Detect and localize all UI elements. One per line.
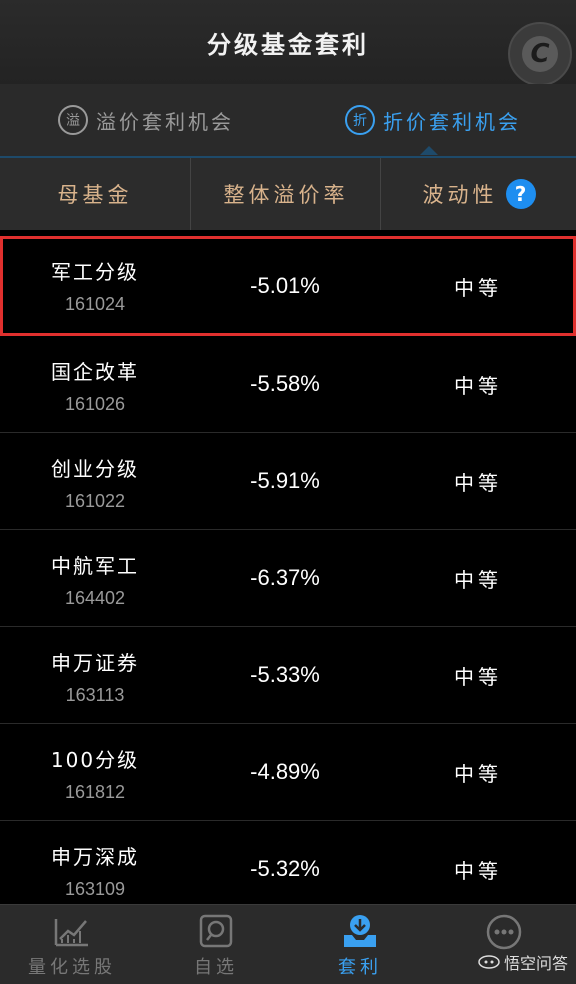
column-header-rate: 整体溢价率 (190, 158, 381, 230)
floating-logo-button[interactable]: C (508, 22, 572, 86)
nav-quant-stock-picking[interactable]: 量化选股 (0, 905, 144, 984)
volatility: 中等 (454, 761, 502, 786)
table-row[interactable]: 军工分级 161024 -5.01% 中等 (0, 236, 576, 336)
active-tab-pointer (420, 146, 438, 155)
nav-watchlist[interactable]: 自选 (144, 905, 288, 984)
help-icon[interactable]: ? (505, 179, 536, 209)
discount-icon: 折 (345, 105, 375, 135)
fund-name: 军工分级 (51, 260, 139, 284)
fund-name: 申万证券 (51, 651, 139, 675)
search-square-icon (199, 914, 233, 948)
volatility: 中等 (454, 275, 502, 300)
volatility: 中等 (454, 373, 502, 398)
app-header: 分级基金套利 (0, 0, 576, 84)
more-dots-icon (486, 914, 522, 950)
premium-rate: -5.32% (250, 856, 320, 881)
fund-code: 161026 (64, 394, 126, 414)
volatility: 中等 (454, 567, 502, 592)
column-header-volatility-label: 波动性 (422, 183, 498, 207)
premium-rate: -5.33% (250, 662, 320, 687)
tab-premium-arbitrage[interactable]: 溢 溢价套利机会 (58, 84, 234, 156)
watermark-text: 悟空问答 (503, 954, 568, 973)
premium-rate: -4.89% (250, 759, 320, 784)
premium-rate: -5.58% (250, 371, 320, 396)
fund-name: 国企改革 (51, 360, 139, 384)
volatility: 中等 (454, 858, 502, 883)
premium-rate: -5.01% (250, 273, 320, 298)
column-header-volatility: 波动性 ? (380, 158, 576, 230)
wukong-logo-icon (478, 955, 500, 969)
volatility: 中等 (454, 664, 502, 689)
table-row[interactable]: 创业分级 161022 -5.91% 中等 (0, 433, 576, 530)
fund-code: 163113 (65, 685, 125, 705)
page-title: 分级基金套利 (207, 30, 369, 59)
download-tray-icon (344, 915, 376, 947)
fund-code: 161812 (64, 782, 126, 802)
nav-arbitrage[interactable]: 套利 (288, 905, 432, 984)
table-row[interactable]: 中航军工 164402 -6.37% 中等 (0, 530, 576, 627)
logo-icon: C (522, 36, 558, 72)
fund-name: 中航军工 (51, 554, 139, 578)
column-header-fund: 母基金 (57, 183, 133, 207)
chart-line-icon (54, 919, 88, 947)
table-header: 母基金 整体溢价率 波动性 ? (0, 158, 576, 230)
table-row[interactable]: 申万证券 163113 -5.33% 中等 (0, 627, 576, 724)
watermark: 悟空问答 (478, 950, 568, 974)
tab-label: 折价套利机会 (383, 109, 521, 134)
fund-code: 161024 (64, 294, 126, 314)
tab-label: 溢价套利机会 (96, 109, 234, 134)
volatility: 中等 (454, 470, 502, 495)
fund-code: 161022 (64, 491, 126, 511)
table-row[interactable]: 100分级 161812 -4.89% 中等 (0, 724, 576, 821)
premium-icon: 溢 (58, 105, 88, 135)
fund-code: 164402 (64, 588, 126, 608)
nav-label: 量化选股 (28, 957, 116, 978)
premium-rate: -6.37% (250, 565, 320, 590)
premium-rate: -5.91% (250, 468, 320, 493)
table-row[interactable]: 国企改革 161026 -5.58% 中等 (0, 336, 576, 433)
fund-list: 军工分级 161024 -5.01% 中等 国企改革 161026 -5.58%… (0, 236, 576, 918)
nav-label: 自选 (194, 957, 238, 978)
fund-name: 申万深成 (51, 845, 139, 869)
fund-code: 163109 (64, 879, 126, 899)
fund-name: 创业分级 (51, 457, 139, 481)
nav-label: 套利 (338, 957, 382, 978)
tab-bar: 溢 溢价套利机会 折 折价套利机会 (0, 84, 576, 158)
fund-name: 100分级 (50, 748, 140, 772)
